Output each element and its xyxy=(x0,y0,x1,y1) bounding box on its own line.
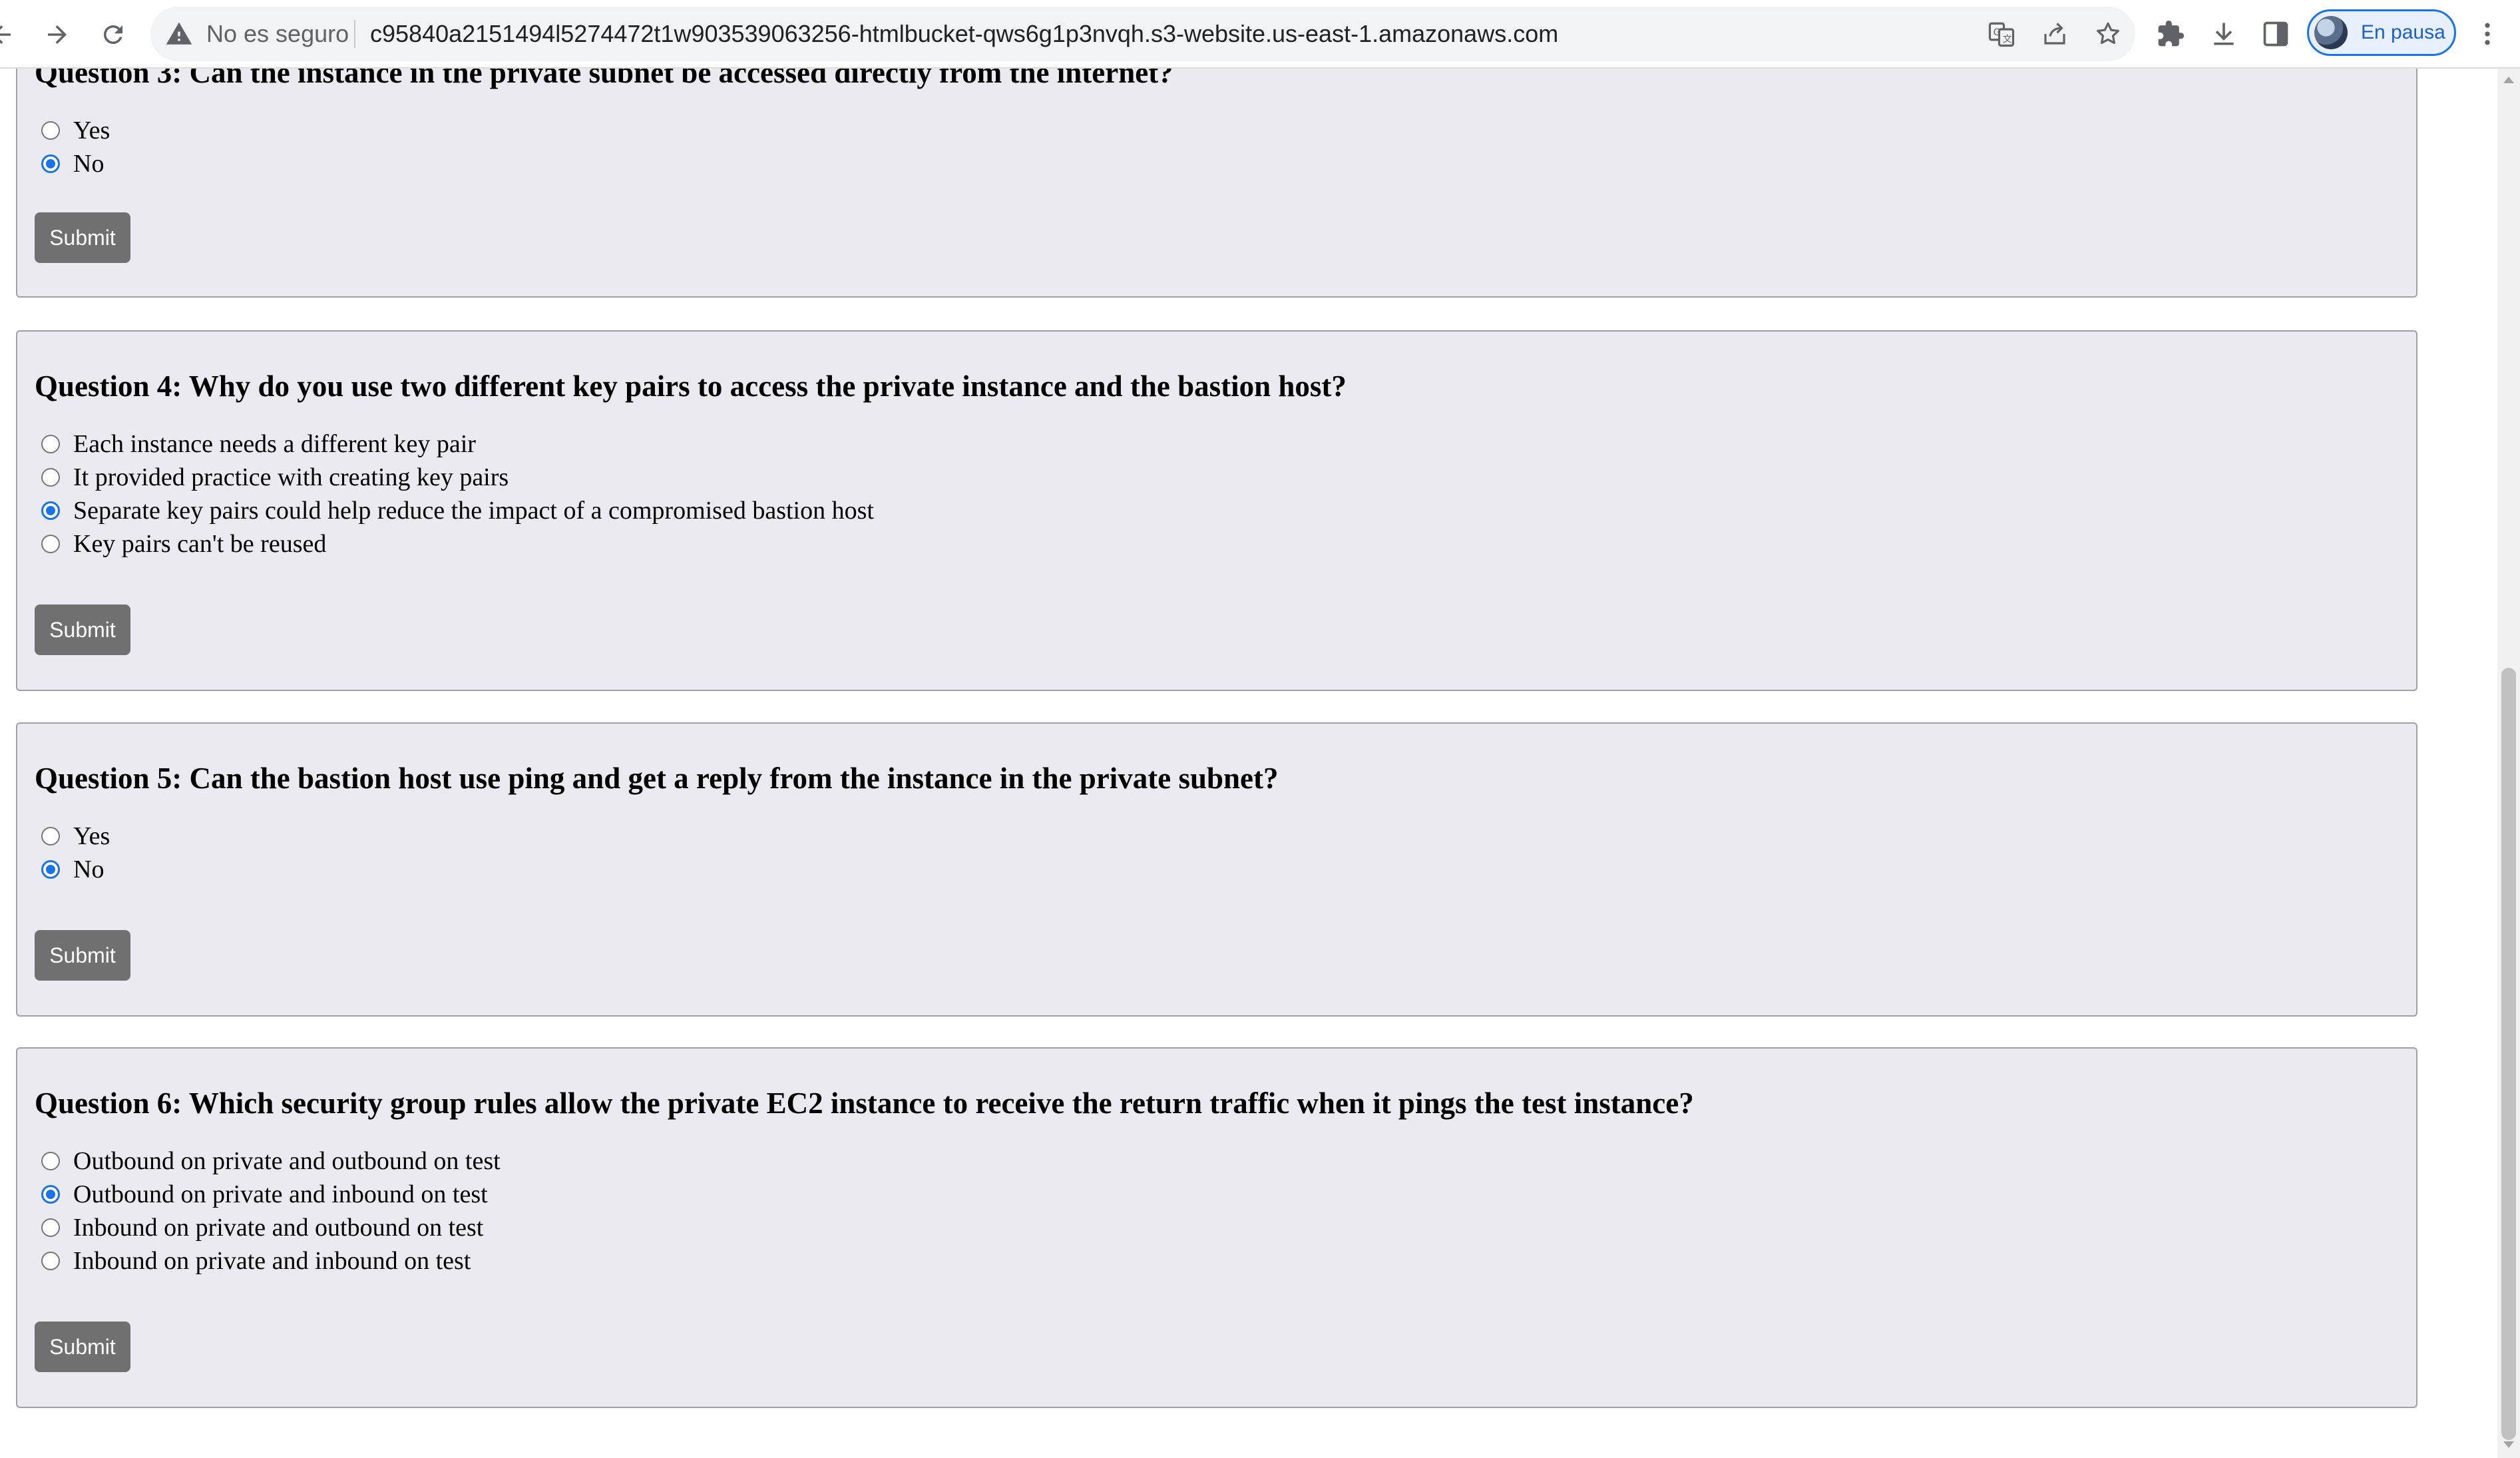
security-status-label[interactable]: No es seguro xyxy=(206,7,349,61)
answer-option[interactable]: Each instance needs a different key pair xyxy=(41,427,476,461)
answer-option[interactable]: Outbound on private and outbound on test xyxy=(41,1144,501,1178)
radio-button[interactable] xyxy=(41,154,60,173)
scroll-up-arrow[interactable] xyxy=(2503,77,2514,83)
answer-option[interactable]: Outbound on private and inbound on test xyxy=(41,1178,488,1211)
reload-button[interactable] xyxy=(93,15,133,55)
svg-text:文: 文 xyxy=(2003,34,2012,45)
answer-label[interactable]: Inbound on private and outbound on test xyxy=(73,1213,483,1242)
radio-button[interactable] xyxy=(41,827,60,846)
question-title: Question 3: Can the instance in the priv… xyxy=(35,69,1173,89)
answer-label[interactable]: Yes xyxy=(73,116,110,145)
answer-option[interactable]: Yes xyxy=(41,820,110,853)
vertical-scrollbar[interactable] xyxy=(2497,69,2520,1458)
answer-label[interactable]: Outbound on private and inbound on test xyxy=(73,1180,488,1209)
answer-option[interactable]: It provided practice with creating key p… xyxy=(41,461,509,494)
radio-button[interactable] xyxy=(41,535,60,553)
question-title: Question 6: Which security group rules a… xyxy=(35,1087,1694,1120)
radio-button[interactable] xyxy=(41,860,60,879)
page-content: Question 3: Can the instance in the priv… xyxy=(0,69,2497,1458)
answer-option[interactable]: Inbound on private and outbound on test xyxy=(41,1211,483,1244)
warning-icon[interactable] xyxy=(165,20,193,48)
answer-label[interactable]: Each instance needs a different key pair xyxy=(73,429,476,459)
browser-toolbar: No es seguro c95840a2151494l5274472t1w90… xyxy=(0,0,2520,69)
menu-icon[interactable] xyxy=(2471,17,2504,51)
omnibox-divider xyxy=(354,20,355,48)
svg-text:G: G xyxy=(1994,27,2001,38)
submit-button[interactable]: Submit xyxy=(35,1322,130,1372)
radio-button[interactable] xyxy=(41,1218,60,1237)
question-card: Question 6: Which security group rules a… xyxy=(16,1047,2417,1408)
forward-icon xyxy=(48,25,67,44)
radio-button[interactable] xyxy=(41,1252,60,1270)
back-icon xyxy=(0,25,11,44)
scroll-down-arrow[interactable] xyxy=(2503,1441,2514,1448)
answer-label[interactable]: It provided practice with creating key p… xyxy=(73,463,509,492)
submit-button[interactable]: Submit xyxy=(35,212,130,263)
share-icon[interactable] xyxy=(2041,20,2069,48)
submit-button[interactable]: Submit xyxy=(35,605,130,655)
answer-label[interactable]: No xyxy=(73,855,104,884)
profile-status-label: En pausa xyxy=(2361,21,2445,43)
radio-button[interactable] xyxy=(41,1185,60,1204)
answer-option[interactable]: No xyxy=(41,147,104,180)
scrollbar-thumb[interactable] xyxy=(2501,668,2516,1440)
download-icon[interactable] xyxy=(2207,17,2240,51)
question-title: Question 4: Why do you use two different… xyxy=(35,369,1347,403)
radio-button[interactable] xyxy=(41,121,60,140)
question-card: Question 5: Can the bastion host use pin… xyxy=(16,722,2417,1017)
star-icon[interactable] xyxy=(2094,20,2122,48)
forward-button[interactable] xyxy=(37,15,77,55)
answer-label[interactable]: Inbound on private and inbound on test xyxy=(73,1246,471,1276)
answer-label[interactable]: Outbound on private and outbound on test xyxy=(73,1146,501,1176)
radio-button[interactable] xyxy=(41,1152,60,1170)
answer-label[interactable]: Separate key pairs could help reduce the… xyxy=(73,496,874,525)
answer-label[interactable]: Key pairs can't be reused xyxy=(73,529,326,559)
radio-button[interactable] xyxy=(41,435,60,453)
translate-icon[interactable]: G文 xyxy=(1988,20,2015,48)
radio-button[interactable] xyxy=(41,468,60,487)
side-panel-icon[interactable] xyxy=(2259,17,2292,51)
answer-option[interactable]: Separate key pairs could help reduce the… xyxy=(41,494,874,527)
answer-label[interactable]: Yes xyxy=(73,822,110,851)
question-title: Question 5: Can the bastion host use pin… xyxy=(35,762,1279,795)
submit-button[interactable]: Submit xyxy=(35,930,130,981)
back-button[interactable] xyxy=(0,15,21,55)
question-card: Question 4: Why do you use two different… xyxy=(16,330,2417,691)
address-bar[interactable]: No es seguro c95840a2151494l5274472t1w90… xyxy=(150,7,2135,61)
radio-button[interactable] xyxy=(41,501,60,520)
answer-option[interactable]: Yes xyxy=(41,114,110,147)
extensions-icon[interactable] xyxy=(2154,17,2187,51)
reload-icon xyxy=(103,25,122,44)
profile-button[interactable]: En pausa xyxy=(2307,9,2456,56)
answer-option[interactable]: No xyxy=(41,853,104,886)
answer-label[interactable]: No xyxy=(73,149,104,178)
question-card: Question 3: Can the instance in the priv… xyxy=(16,69,2417,298)
answer-option[interactable]: Inbound on private and inbound on test xyxy=(41,1244,471,1278)
url-text[interactable]: c95840a2151494l5274472t1w903539063256-ht… xyxy=(370,7,1558,61)
answer-option[interactable]: Key pairs can't be reused xyxy=(41,527,326,561)
avatar xyxy=(2314,16,2348,49)
